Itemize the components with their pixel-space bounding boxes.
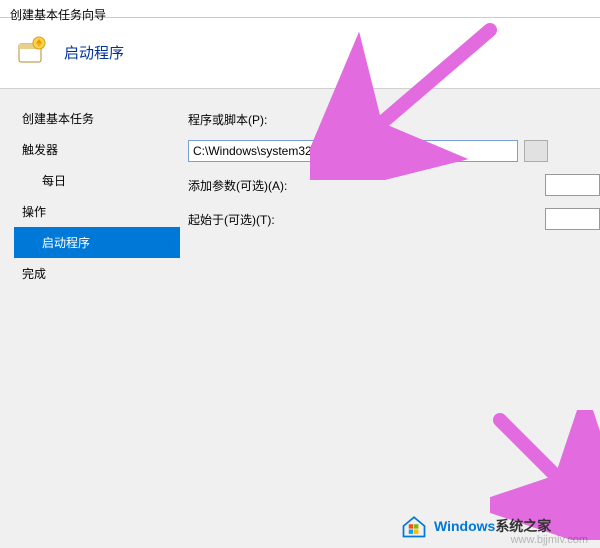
sidebar-item-start-program[interactable]: 启动程序 (14, 227, 180, 258)
window-title: 创建基本任务向导 (10, 8, 106, 22)
program-label: 程序或脚本(P): (188, 111, 318, 128)
run-program-icon (16, 36, 48, 68)
sidebar-item-create-task[interactable]: 创建基本任务 (14, 103, 180, 134)
sidebar-item-finish[interactable]: 完成 (14, 258, 180, 289)
args-label: 添加参数(可选)(A): (188, 177, 318, 194)
wizard-main: 程序或脚本(P): 添加参数(可选)(A): 起始于(可选)(T): (180, 89, 600, 517)
startin-row: 起始于(可选)(T): (188, 208, 600, 230)
watermark-brand-rest: 系统之家 (495, 518, 551, 534)
watermark-text: Windows系统之家 (434, 516, 551, 536)
title-bar: 创建基本任务向导 (0, 0, 600, 18)
watermark-url: www.bjjmlv.com (511, 534, 588, 546)
args-row: 添加参数(可选)(A): (188, 174, 600, 196)
sidebar-item-trigger[interactable]: 触发器 (14, 134, 180, 165)
wizard-title: 启动程序 (64, 42, 124, 63)
startin-label: 起始于(可选)(T): (188, 211, 318, 228)
sidebar-item-daily[interactable]: 每日 (14, 165, 180, 196)
browse-button[interactable] (524, 140, 548, 162)
program-label-row: 程序或脚本(P): (188, 111, 600, 128)
wizard-sidebar: 创建基本任务 触发器 每日 操作 启动程序 完成 (0, 89, 180, 517)
args-input[interactable] (545, 174, 600, 196)
program-input-row (188, 140, 600, 162)
windows-house-icon (400, 512, 428, 540)
wizard-header: 启动程序 (0, 18, 600, 89)
wizard-content: 创建基本任务 触发器 每日 操作 启动程序 完成 程序或脚本(P): 添加参数(… (0, 89, 600, 517)
sidebar-item-action[interactable]: 操作 (14, 196, 180, 227)
watermark-brand-blue: Windows (434, 518, 495, 534)
startin-input[interactable] (545, 208, 600, 230)
program-input[interactable] (188, 140, 518, 162)
